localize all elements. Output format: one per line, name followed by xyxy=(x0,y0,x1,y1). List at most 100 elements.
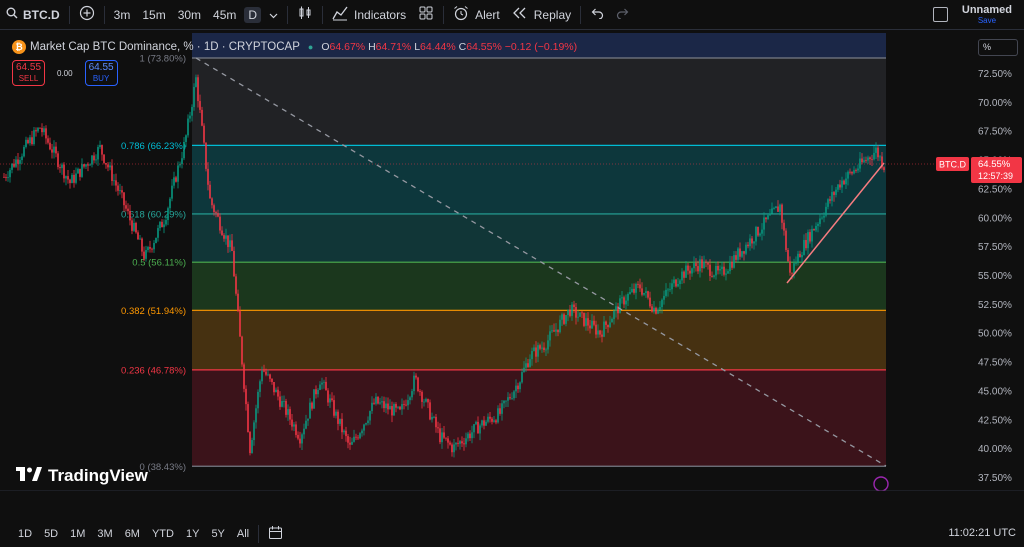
candle-body xyxy=(51,149,53,153)
layout-name[interactable]: Unnamed Save xyxy=(962,4,1012,25)
candle-body xyxy=(883,167,885,171)
price-chart[interactable]: 1 (73.80%)0.786 (66.23%)0.618 (60.29%)0.… xyxy=(0,31,1024,491)
interval-active[interactable]: D xyxy=(242,0,263,30)
candle-body xyxy=(85,164,87,167)
candle-body xyxy=(421,391,423,402)
candle-body xyxy=(145,250,147,259)
candle-body xyxy=(377,396,379,404)
scale-mode-button[interactable]: % xyxy=(978,39,1018,56)
range-all[interactable]: All xyxy=(231,528,255,540)
interval-3m[interactable]: 3m xyxy=(108,0,137,30)
interval-30m[interactable]: 30m xyxy=(172,0,207,30)
symbol-search[interactable]: BTC.D xyxy=(0,0,66,30)
chart-type-button[interactable] xyxy=(291,0,319,30)
candle-body xyxy=(355,436,357,438)
candle-body xyxy=(19,160,21,164)
interval-dropdown[interactable] xyxy=(263,0,284,30)
candle-body xyxy=(127,208,129,212)
candle-body xyxy=(169,198,171,209)
alarm-clock-icon xyxy=(453,5,469,24)
redo-icon xyxy=(616,7,630,22)
goto-date-button[interactable] xyxy=(262,525,289,543)
candle-body xyxy=(193,86,195,108)
candle-body xyxy=(413,375,415,392)
candle-body xyxy=(493,420,495,422)
indicators-button[interactable]: Indicators xyxy=(326,0,412,30)
candle-body xyxy=(879,156,881,158)
candle-body xyxy=(867,157,869,161)
candle-body xyxy=(29,137,31,144)
layouts-button[interactable] xyxy=(412,0,440,30)
candle-body xyxy=(41,127,43,133)
candle-body xyxy=(535,347,537,357)
candle-body xyxy=(445,437,447,439)
candle-body xyxy=(573,304,575,308)
candle-body xyxy=(817,223,819,226)
candle-body xyxy=(869,157,871,159)
candle-body xyxy=(813,228,815,231)
candle-body xyxy=(357,437,359,439)
candle-body xyxy=(761,229,763,234)
range-3m[interactable]: 3M xyxy=(91,528,118,540)
candle-body xyxy=(719,269,721,271)
candle-body xyxy=(651,306,653,312)
divider xyxy=(443,5,445,24)
candle-body xyxy=(659,307,661,310)
utc-clock[interactable]: 11:02:21 UTC xyxy=(948,527,1016,539)
candle-body xyxy=(705,261,707,263)
candle-body xyxy=(741,251,743,257)
price-axis-label: 67.50% xyxy=(978,127,1012,138)
candle-body xyxy=(801,254,803,258)
candle-body xyxy=(31,137,33,145)
buy-button[interactable]: 64.55 BUY xyxy=(84,60,118,86)
candle-body xyxy=(711,275,713,277)
range-1m[interactable]: 1M xyxy=(64,528,91,540)
candle-body xyxy=(133,222,135,231)
candle-body xyxy=(809,232,811,242)
candle-body xyxy=(589,325,591,329)
replay-button[interactable]: Replay xyxy=(506,0,577,30)
candle-body xyxy=(591,320,593,329)
layout-square-icon[interactable] xyxy=(933,7,948,22)
price-axis-label: 62.50% xyxy=(978,184,1012,195)
undo-button[interactable] xyxy=(584,0,610,30)
price-axis-label: 55.00% xyxy=(978,271,1012,282)
redo-button[interactable] xyxy=(610,0,636,30)
interval-45m[interactable]: 45m xyxy=(207,0,242,30)
candle-body xyxy=(649,297,651,307)
candle-body xyxy=(485,421,487,426)
candle-body xyxy=(679,280,681,284)
candle-body xyxy=(213,205,215,213)
sell-button[interactable]: 64.55 SELL xyxy=(12,60,45,86)
candle-body xyxy=(693,263,695,269)
candle-body xyxy=(81,164,83,177)
price-axis-label: 40.00% xyxy=(978,444,1012,455)
last-price-value: 64.55% xyxy=(978,159,1011,170)
candle-body xyxy=(211,198,213,206)
candle-body xyxy=(241,336,243,365)
range-5d[interactable]: 5D xyxy=(38,528,64,540)
range-1d[interactable]: 1D xyxy=(12,528,38,540)
series-legend[interactable]: ₿ Market Cap BTC Dominance, % · 1D · CRY… xyxy=(12,40,577,54)
interval-15m[interactable]: 15m xyxy=(136,0,171,30)
price-axis[interactable]: 72.50%70.00%67.50%65.00%62.50%60.00%57.5… xyxy=(964,33,1024,491)
candle-body xyxy=(747,244,749,247)
compare-button[interactable] xyxy=(73,0,101,30)
range-5y[interactable]: 5Y xyxy=(205,528,230,540)
candle-body xyxy=(537,345,539,357)
candle-body xyxy=(263,370,265,372)
candle-body xyxy=(839,184,841,188)
grid-icon xyxy=(418,5,434,24)
candle-body xyxy=(775,206,777,209)
candle-body xyxy=(349,442,351,445)
candle-body xyxy=(773,208,775,209)
range-1y[interactable]: 1Y xyxy=(180,528,205,540)
candle-body xyxy=(451,444,453,453)
candle-body xyxy=(25,139,27,147)
candle-body xyxy=(625,300,627,305)
alert-button[interactable]: Alert xyxy=(447,0,506,30)
range-6m[interactable]: 6M xyxy=(119,528,146,540)
range-ytd[interactable]: YTD xyxy=(146,528,180,540)
candle-body xyxy=(119,190,121,192)
candle-body xyxy=(857,168,859,171)
